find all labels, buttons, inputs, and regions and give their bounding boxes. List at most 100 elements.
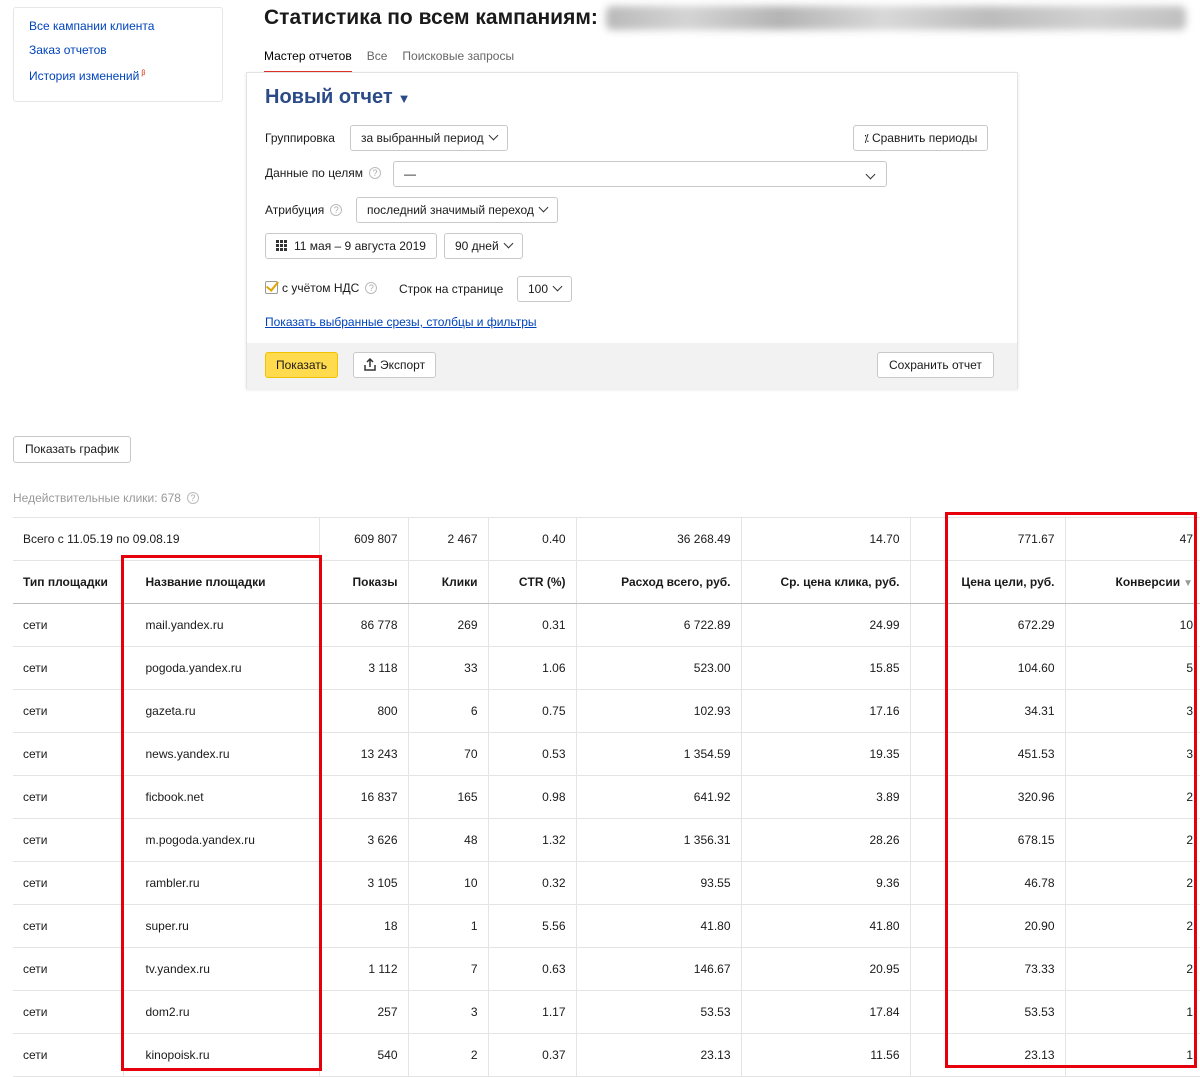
cell-spend: 146.67 [575,947,741,991]
table-row: сети kinopoisk.ru 540 2 0.37 23.13 11.56 23.13 1 [13,1033,1200,1077]
cell-cost-per-goal: 20.90 [909,904,1065,948]
chevron-down-icon [503,238,514,249]
cell-placement-name: dom2.ru [122,990,319,1034]
cell-spend: 41.80 [575,904,741,948]
col-header-cost-per-goal[interactable]: Цена цели, руб. [909,560,1065,604]
cell-conversions: 2 [1064,818,1200,862]
nav-change-history-link[interactable]: История изменений β [29,68,222,82]
grouping-select[interactable]: за выбранный период [350,125,508,151]
cell-conversions: 1 [1064,1033,1200,1077]
col-header-conversions[interactable]: Конверсии ▼ [1064,560,1200,604]
col-header-placement-name[interactable]: Название площадки [122,560,319,604]
cell-conversions: 2 [1064,904,1200,948]
cell-placement-name: m.pogoda.yandex.ru [122,818,319,862]
table-row: сети ficbook.net 16 837 165 0.98 641.92 3.89 32… [13,775,1200,819]
cell-placement-type: сети [13,947,123,991]
cell-placement-name: tv.yandex.ru [122,947,319,991]
goals-label: Данные по целям [265,166,363,180]
cell-clicks: 7 [407,947,488,991]
help-icon[interactable]: ? [186,492,199,504]
period-select[interactable]: 90 дней [444,233,523,259]
cell-cost-per-goal: 320.96 [909,775,1065,819]
cell-cost-per-goal: 46.78 [909,861,1065,905]
cell-avg-cpc: 11.56 [740,1033,910,1077]
cell-impressions: 257 [318,990,408,1034]
page-title: Статистика по всем кампаниям: [264,6,1186,30]
col-header-ctr[interactable]: CTR (%) [487,560,576,604]
table-row: сети news.yandex.ru 13 243 70 0.53 1 354.59 19… [13,732,1200,776]
rows-per-page-select[interactable]: 100 [517,276,573,302]
show-report-button[interactable]: Показать [265,352,339,378]
date-range-picker[interactable]: 11 мая – 9 августа 2019 [265,233,437,259]
cell-placement-type: сети [13,603,123,647]
left-nav: Все кампании клиента Заказ отчетов Истор… [13,7,223,102]
cell-avg-cpc: 41.80 [740,904,910,948]
table-row: сети pogoda.yandex.ru 3 118 33 1.06 523.00 15.… [13,646,1200,690]
cell-impressions: 800 [318,689,408,733]
compare-periods-button[interactable]: ⁒ Сравнить периоды [853,125,989,151]
compare-periods-label: Сравнить периоды [871,131,978,145]
cell-placement-type: сети [13,904,123,948]
goals-select[interactable]: — [393,161,887,187]
nav-order-reports-link[interactable]: Заказ отчетов [29,44,222,56]
cell-cost-per-goal: 23.13 [909,1033,1065,1077]
col-header-impressions[interactable]: Показы [318,560,408,604]
report-name-dropdown[interactable]: Новый отчет ▼ [265,86,411,109]
tab-all[interactable]: Все [367,49,388,73]
cell-placement-name: super.ru [122,904,319,948]
help-icon[interactable]: ? [365,282,378,294]
table-row: сети rambler.ru 3 105 10 0.32 93.55 9.36 46.78 2 [13,861,1200,905]
export-label: Экспорт [380,358,426,372]
cell-clicks: 269 [407,603,488,647]
cell-placement-type: сети [13,990,123,1034]
cell-placement-name: news.yandex.ru [122,732,319,776]
cell-placement-type: сети [13,732,123,776]
page-title-text: Статистика по всем кампаниям: [264,6,598,29]
save-report-button[interactable]: Сохранить отчет [877,352,994,378]
header-row: Тип площадки Название площадки Показы Кл… [13,560,1200,604]
help-icon[interactable]: ? [330,204,343,216]
col-header-placement-type[interactable]: Тип площадки [13,560,123,604]
chevron-down-icon [865,169,876,180]
cell-impressions: 18 [318,904,408,948]
cell-avg-cpc: 17.16 [740,689,910,733]
total-impressions: 609 807 [318,517,408,561]
cell-impressions: 3 118 [318,646,408,690]
cell-cost-per-goal: 53.53 [909,990,1065,1034]
tab-search-queries[interactable]: Поисковые запросы [402,49,514,73]
export-button[interactable]: Экспорт [353,352,437,378]
attribution-select[interactable]: последний значимый переход [356,197,558,223]
total-spend: 36 268.49 [575,517,741,561]
col-header-spend[interactable]: Расход всего, руб. [575,560,741,604]
vat-checkbox-wrap[interactable]: с учётом НДС? [265,281,378,295]
cell-cost-per-goal: 451.53 [909,732,1065,776]
grouping-select-value: за выбранный период [361,131,484,145]
help-icon[interactable]: ? [368,167,381,179]
cell-placement-name: ficbook.net [122,775,319,819]
cell-clicks: 70 [407,732,488,776]
table-row: сети mail.yandex.ru 86 778 269 0.31 6 722.89 2… [13,603,1200,647]
cell-placement-type: сети [13,818,123,862]
col-header-avg-cpc[interactable]: Ср. цена клика, руб. [740,560,910,604]
cell-ctr: 0.75 [487,689,576,733]
cell-spend: 523.00 [575,646,741,690]
show-filters-link[interactable]: Показать выбранные срезы, столбцы и филь… [265,315,537,329]
cell-ctr: 0.53 [487,732,576,776]
col-header-clicks[interactable]: Клики [407,560,488,604]
cell-impressions: 3 626 [318,818,408,862]
cell-placement-type: сети [13,775,123,819]
cell-conversions: 3 [1064,689,1200,733]
totals-row: Всего с 11.05.19 по 09.08.19 609 807 2 4… [13,517,1200,561]
vat-checkbox[interactable] [265,281,278,294]
cell-impressions: 540 [318,1033,408,1077]
cell-clicks: 33 [407,646,488,690]
cell-cost-per-goal: 104.60 [909,646,1065,690]
show-chart-button[interactable]: Показать график [13,436,131,463]
cell-conversions: 3 [1064,732,1200,776]
cell-conversions: 2 [1064,861,1200,905]
cell-ctr: 0.98 [487,775,576,819]
tab-report-wizard[interactable]: Мастер отчетов [264,49,352,73]
nav-all-campaigns-link[interactable]: Все кампании клиента [29,20,222,32]
table-row: сети gazeta.ru 800 6 0.75 102.93 17.16 34.31 3 [13,689,1200,733]
cell-spend: 1 356.31 [575,818,741,862]
